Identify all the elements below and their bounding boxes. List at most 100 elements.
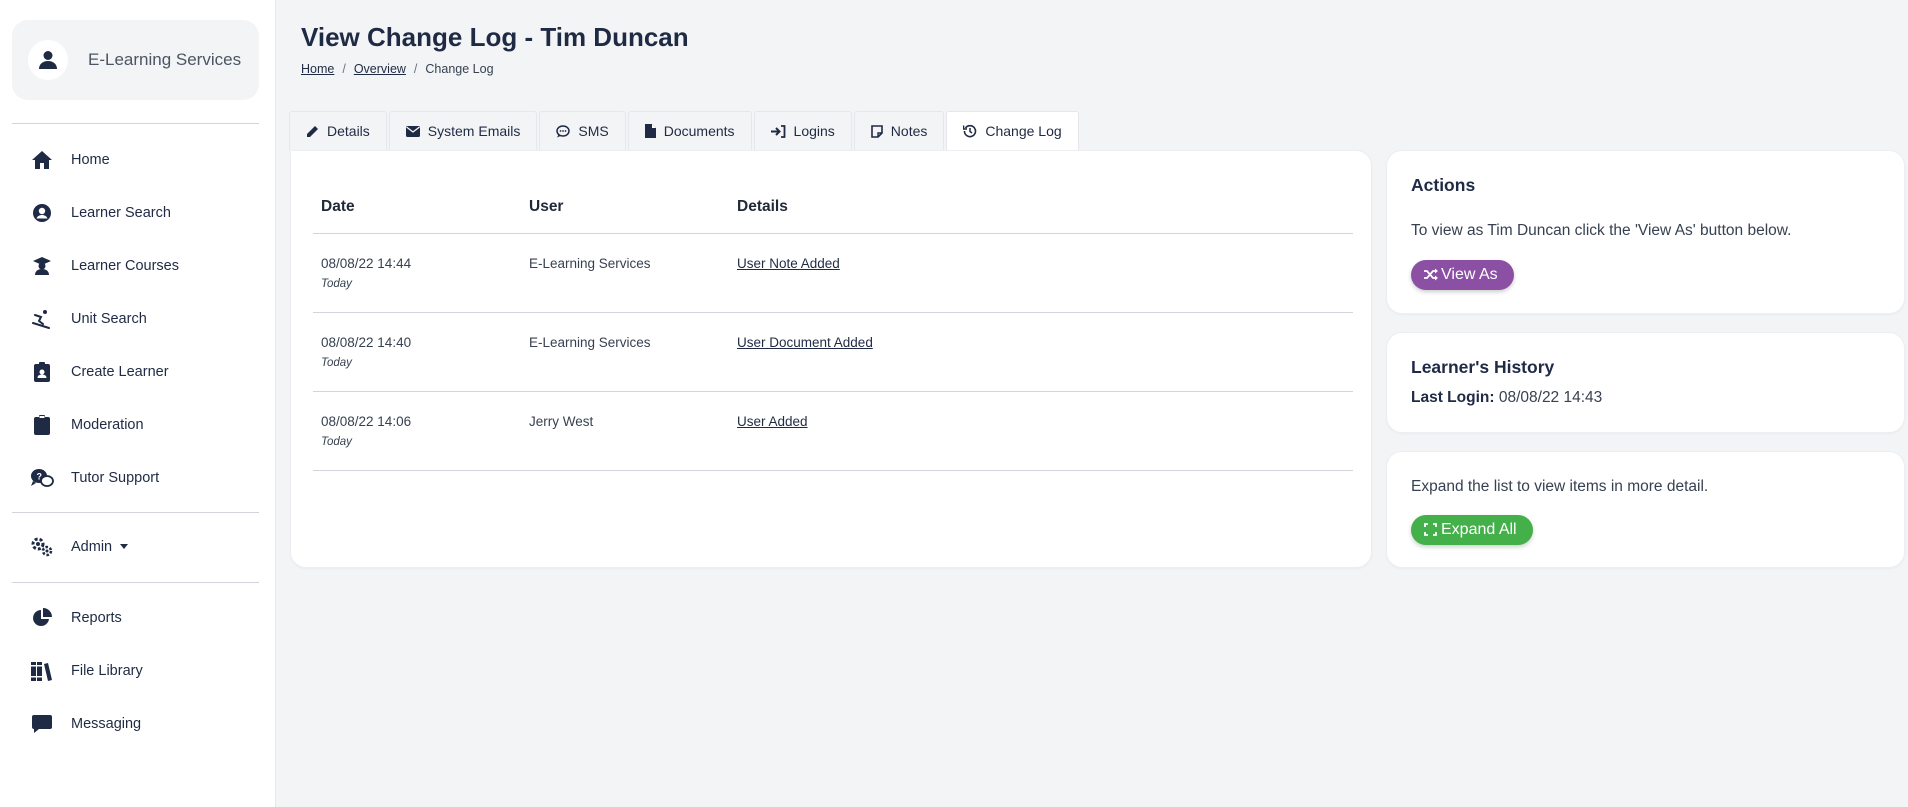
sms-icon: [556, 124, 571, 138]
envelope-icon: [405, 125, 420, 137]
org-name: E-Learning Services: [88, 50, 242, 69]
tab-system-emails[interactable]: System Emails: [388, 111, 538, 150]
sidebar-item-reports[interactable]: Reports: [12, 591, 259, 644]
learner-history-card: Learner's History Last Login: 08/08/22 1…: [1386, 332, 1905, 433]
user-circle-icon: [30, 201, 54, 225]
sidebar-divider: [12, 582, 259, 583]
sidebar-item-label: Tutor Support: [71, 469, 160, 486]
comments-question-icon: ?: [30, 466, 54, 490]
cell-date: 08/08/22 14:40 Today: [313, 312, 521, 392]
sidebar-item-label: Unit Search: [71, 310, 147, 327]
note-icon: [870, 124, 883, 138]
sidebar-nav-admin: Admin: [12, 520, 259, 573]
clipboard-user-icon: [30, 360, 54, 384]
breadcrumb-home-link[interactable]: Home: [301, 62, 334, 76]
sidebar-item-label: File Library: [71, 662, 143, 679]
gears-icon: [30, 535, 54, 559]
org-avatar: [28, 40, 68, 80]
column-header-user: User: [521, 181, 729, 234]
tab-label: System Emails: [427, 123, 521, 139]
cell-details: User Document Added: [729, 312, 1353, 392]
sidebar-item-learner-search[interactable]: Learner Search: [12, 186, 259, 239]
shuffle-icon: [1424, 268, 1438, 286]
log-relative-date: Today: [321, 435, 352, 448]
user-icon: [39, 51, 57, 69]
sidebar-item-label: Home: [71, 151, 110, 168]
sidebar-item-create-learner[interactable]: Create Learner: [12, 345, 259, 398]
change-log-table: Date User Details 08/08/22 14:44 Today E…: [313, 181, 1353, 471]
sidebar-item-file-library[interactable]: File Library: [12, 644, 259, 697]
sidebar-item-label: Reports: [71, 609, 122, 626]
chevron-down-icon: [120, 544, 129, 549]
tab-label: Details: [327, 123, 370, 139]
last-login: Last Login: 08/08/22 14:43: [1411, 389, 1602, 407]
actions-title: Actions: [1411, 175, 1476, 195]
expand-all-button[interactable]: Expand All: [1411, 515, 1533, 545]
cell-user: Jerry West: [521, 391, 729, 471]
cell-user: E-Learning Services: [521, 233, 729, 313]
cell-details: User Added: [729, 391, 1353, 471]
books-icon: [30, 659, 54, 683]
view-as-button[interactable]: View As: [1411, 260, 1514, 290]
tab-label: Notes: [890, 123, 928, 139]
sidebar-item-messaging[interactable]: Messaging: [12, 697, 259, 750]
clipboard-icon: [30, 413, 54, 437]
sidebar-item-learner-courses[interactable]: Learner Courses: [12, 239, 259, 292]
breadcrumb-overview-link[interactable]: Overview: [354, 62, 406, 76]
sidebar-item-moderation[interactable]: Moderation: [12, 398, 259, 451]
sidebar-item-label: Learner Search: [71, 204, 171, 221]
sidebar-item-label: Moderation: [71, 416, 144, 433]
sidebar-nav-secondary: Reports File Library Messaging: [12, 591, 259, 750]
sidebar-item-label: Messaging: [71, 715, 142, 732]
sidebar: E-Learning Services Home Learner Search …: [0, 0, 276, 807]
sidebar-nav-primary: Home Learner Search Learner Courses Unit…: [12, 133, 259, 504]
cell-date: 08/08/22 14:44 Today: [313, 233, 521, 313]
tab-logins[interactable]: Logins: [753, 111, 852, 150]
graduate-icon: [30, 254, 54, 278]
tab-label: Logins: [793, 123, 835, 139]
column-header-details: Details: [729, 181, 1353, 234]
column-header-date: Date: [313, 181, 521, 234]
sign-in-icon: [770, 124, 786, 138]
table-row: 08/08/22 14:06 Today Jerry West User Add…: [313, 391, 1353, 471]
breadcrumb-current: Change Log: [425, 62, 494, 76]
table-row: 08/08/22 14:44 Today E-Learning Services…: [313, 233, 1353, 313]
cell-user: E-Learning Services: [521, 312, 729, 392]
expand-icon: [1424, 523, 1437, 541]
log-relative-date: Today: [321, 356, 352, 369]
actions-card: Actions To view as Tim Duncan click the …: [1386, 150, 1905, 314]
log-date: 08/08/22 14:40: [321, 334, 412, 350]
log-date: 08/08/22 14:06: [321, 413, 412, 429]
org-switcher[interactable]: E-Learning Services: [12, 20, 259, 100]
log-details-link[interactable]: User Added: [737, 414, 808, 429]
log-details-link[interactable]: User Note Added: [737, 256, 840, 271]
log-details-link[interactable]: User Document Added: [737, 335, 873, 350]
tab-sms[interactable]: SMS: [539, 111, 626, 150]
sidebar-item-label: Create Learner: [71, 363, 169, 380]
sidebar-divider: [12, 512, 259, 513]
tab-documents[interactable]: Documents: [627, 111, 752, 150]
svg-text:?: ?: [37, 471, 43, 481]
sidebar-item-home[interactable]: Home: [12, 133, 259, 186]
expand-card: Expand the list to view items in more de…: [1386, 451, 1905, 568]
expand-all-label: Expand All: [1441, 521, 1517, 538]
breadcrumb-separator: /: [413, 62, 418, 76]
sidebar-item-admin[interactable]: Admin: [12, 520, 259, 573]
file-icon: [644, 124, 656, 138]
last-login-label: Last Login:: [1411, 389, 1495, 406]
breadcrumb-separator: /: [342, 62, 346, 76]
cell-date: 08/08/22 14:06 Today: [313, 391, 521, 471]
tab-change-log[interactable]: Change Log: [946, 111, 1079, 150]
change-log-card: Date User Details 08/08/22 14:44 Today E…: [290, 150, 1372, 568]
main-content: View Change Log - Tim Duncan Home / Over…: [277, 0, 1908, 807]
history-icon: [963, 124, 977, 138]
pie-chart-icon: [30, 606, 54, 630]
last-login-value: 08/08/22 14:43: [1498, 389, 1603, 406]
sidebar-item-unit-search[interactable]: Unit Search: [12, 292, 259, 345]
home-icon: [30, 148, 54, 172]
tab-details[interactable]: Details: [289, 111, 387, 150]
tab-notes[interactable]: Notes: [853, 111, 945, 150]
table-header-row: Date User Details: [313, 181, 1353, 234]
sidebar-item-tutor-support[interactable]: ? Tutor Support: [12, 451, 259, 504]
log-relative-date: Today: [321, 277, 352, 290]
